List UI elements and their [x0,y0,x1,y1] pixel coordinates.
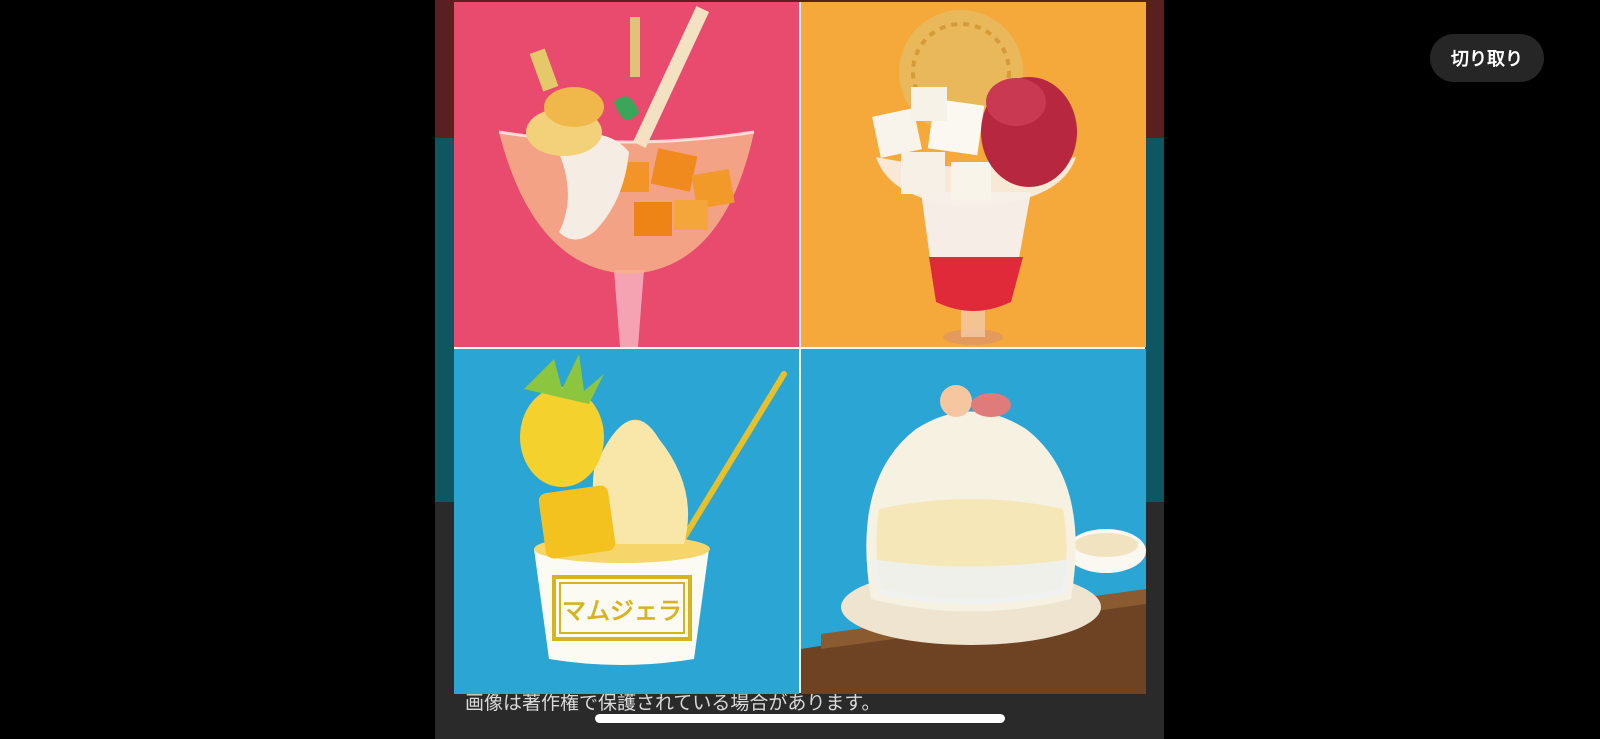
photo-panel-strawberry-parfait [801,2,1146,347]
home-indicator[interactable] [595,714,1005,723]
dessert-photo[interactable]: マムジェラ [454,2,1146,694]
crop-button[interactable]: 切り取り [1430,34,1544,82]
image-viewer: 画像は著作権で保護されている場合があります。 マムジェラ 切り取り [0,0,1600,739]
photo-panel-shaved-ice [801,349,1146,694]
photo-panel-mango-parfait [454,2,799,347]
cup-logo-text: マムジェラ [562,597,682,625]
photo-panel-pineapple-gelato: マムジェラ [454,349,799,694]
